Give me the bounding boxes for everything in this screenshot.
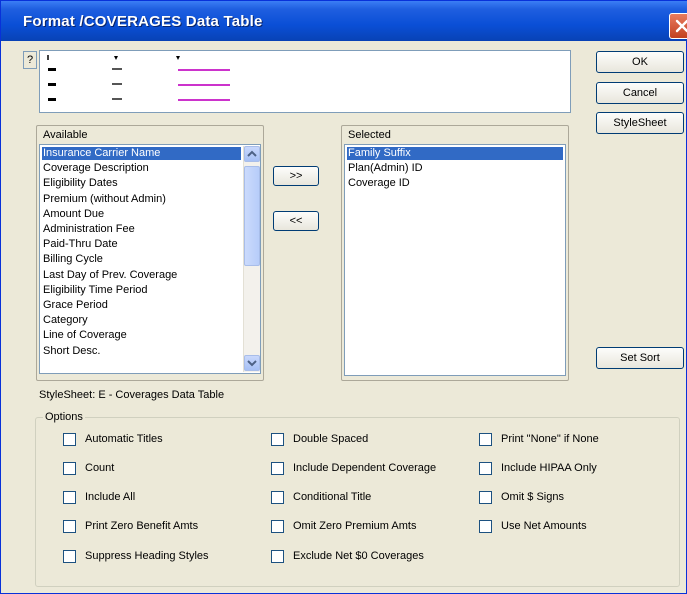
format-preview <box>39 50 571 113</box>
selected-listbox[interactable]: Family Suffix Plan(Admin) ID Coverage ID <box>344 144 566 376</box>
scroll-down-button[interactable] <box>244 355 260 371</box>
available-listbox[interactable]: Insurance Carrier Name Coverage Descripti… <box>39 144 261 374</box>
option-checkbox[interactable]: Omit $ Signs <box>479 490 564 504</box>
checkbox-box[interactable] <box>479 490 492 504</box>
checkbox-box[interactable] <box>271 490 284 504</box>
option-checkbox[interactable]: Include All <box>63 490 135 504</box>
list-item[interactable]: Coverage Description <box>42 162 241 175</box>
format-dialog: Format /COVERAGES Data Table ? OK Cancel… <box>0 0 687 594</box>
help-button[interactable]: ? <box>23 51 37 69</box>
add-button[interactable]: >> <box>273 166 319 186</box>
option-checkbox[interactable]: Double Spaced <box>271 432 368 446</box>
checkbox-label: Count <box>85 462 115 474</box>
checkbox-label: Print Zero Benefit Amts <box>85 520 199 532</box>
list-item[interactable]: Eligibility Dates <box>42 177 241 190</box>
checkbox-box[interactable] <box>63 432 76 446</box>
checkbox-box[interactable] <box>271 519 284 533</box>
list-item[interactable]: Amount Due <box>42 208 241 221</box>
selected-label: Selected <box>348 129 391 141</box>
list-item[interactable]: Family Suffix <box>347 147 563 160</box>
option-checkbox[interactable]: Suppress Heading Styles <box>63 549 209 563</box>
checkbox-box[interactable] <box>271 432 284 446</box>
list-item[interactable]: Eligibility Time Period <box>42 284 241 297</box>
checkbox-label: Conditional Title <box>293 491 372 503</box>
close-button[interactable] <box>669 13 687 39</box>
option-checkbox[interactable]: Count <box>63 461 114 475</box>
list-item[interactable]: Paid-Thru Date <box>42 238 241 251</box>
checkbox-box[interactable] <box>63 490 76 504</box>
checkbox-box[interactable] <box>479 461 492 475</box>
cancel-button[interactable]: Cancel <box>596 82 684 104</box>
option-checkbox[interactable]: Conditional Title <box>271 490 371 504</box>
checkbox-box[interactable] <box>271 549 284 563</box>
checkbox-box[interactable] <box>479 432 492 446</box>
window-title: Format /COVERAGES Data Table <box>23 13 263 30</box>
checkbox-label: Omit $ Signs <box>501 491 564 503</box>
option-checkbox[interactable]: Include HIPAA Only <box>479 461 597 475</box>
scroll-thumb[interactable] <box>244 166 260 266</box>
stylesheet-button[interactable]: StyleSheet <box>596 112 684 134</box>
options-label: Options <box>43 411 85 423</box>
title-bar[interactable]: Format /COVERAGES Data Table <box>1 1 687 41</box>
chevron-down-icon <box>247 360 257 367</box>
scroll-up-button[interactable] <box>244 146 260 162</box>
list-item[interactable]: Coverage ID <box>347 177 563 190</box>
option-checkbox[interactable]: Print Zero Benefit Amts <box>63 519 198 533</box>
checkbox-box[interactable] <box>63 519 76 533</box>
option-checkbox[interactable]: Print "None" if None <box>479 432 599 446</box>
list-item[interactable]: Billing Cycle <box>42 253 241 266</box>
list-item[interactable]: Insurance Carrier Name <box>42 147 241 160</box>
option-checkbox[interactable]: Automatic Titles <box>63 432 163 446</box>
checkbox-box[interactable] <box>479 519 492 533</box>
checkbox-label: Include HIPAA Only <box>501 462 597 474</box>
checkbox-label: Include Dependent Coverage <box>293 462 437 474</box>
list-item[interactable]: Line of Coverage <box>42 329 241 342</box>
remove-button[interactable]: << <box>273 211 319 231</box>
checkbox-label: Double Spaced <box>293 433 369 445</box>
option-checkbox[interactable]: Use Net Amounts <box>479 519 587 533</box>
list-item[interactable]: Grace Period <box>42 299 241 312</box>
list-item[interactable]: Plan(Admin) ID <box>347 162 563 175</box>
checkbox-label: Omit Zero Premium Amts <box>293 520 417 532</box>
option-checkbox[interactable]: Exclude Net $0 Coverages <box>271 549 424 563</box>
ok-button[interactable]: OK <box>596 51 684 73</box>
list-item[interactable]: Category <box>42 314 241 327</box>
stylesheet-info: StyleSheet: E - Coverages Data Table <box>39 389 225 401</box>
list-item[interactable]: Administration Fee <box>42 223 241 236</box>
option-checkbox[interactable]: Include Dependent Coverage <box>271 461 436 475</box>
checkbox-label: Print "None" if None <box>501 433 599 445</box>
checkbox-box[interactable] <box>63 549 76 563</box>
list-item[interactable]: Premium (without Admin) <box>42 193 241 206</box>
list-item[interactable]: Short Desc. <box>42 345 241 358</box>
checkbox-box[interactable] <box>271 461 284 475</box>
available-label: Available <box>43 129 88 141</box>
checkbox-label: Exclude Net $0 Coverages <box>293 550 424 562</box>
checkbox-label: Include All <box>85 491 136 503</box>
checkbox-label: Suppress Heading Styles <box>85 550 209 562</box>
close-icon <box>675 19 687 33</box>
option-checkbox[interactable]: Omit Zero Premium Amts <box>271 519 416 533</box>
checkbox-label: Use Net Amounts <box>501 520 587 532</box>
available-scrollbar[interactable] <box>243 146 260 372</box>
chevron-up-icon <box>247 150 257 157</box>
list-item[interactable]: Last Day of Prev. Coverage <box>42 269 241 282</box>
checkbox-box[interactable] <box>63 461 76 475</box>
preview-graphic <box>47 55 230 101</box>
set-sort-button[interactable]: Set Sort <box>596 347 684 369</box>
checkbox-label: Automatic Titles <box>85 433 163 445</box>
